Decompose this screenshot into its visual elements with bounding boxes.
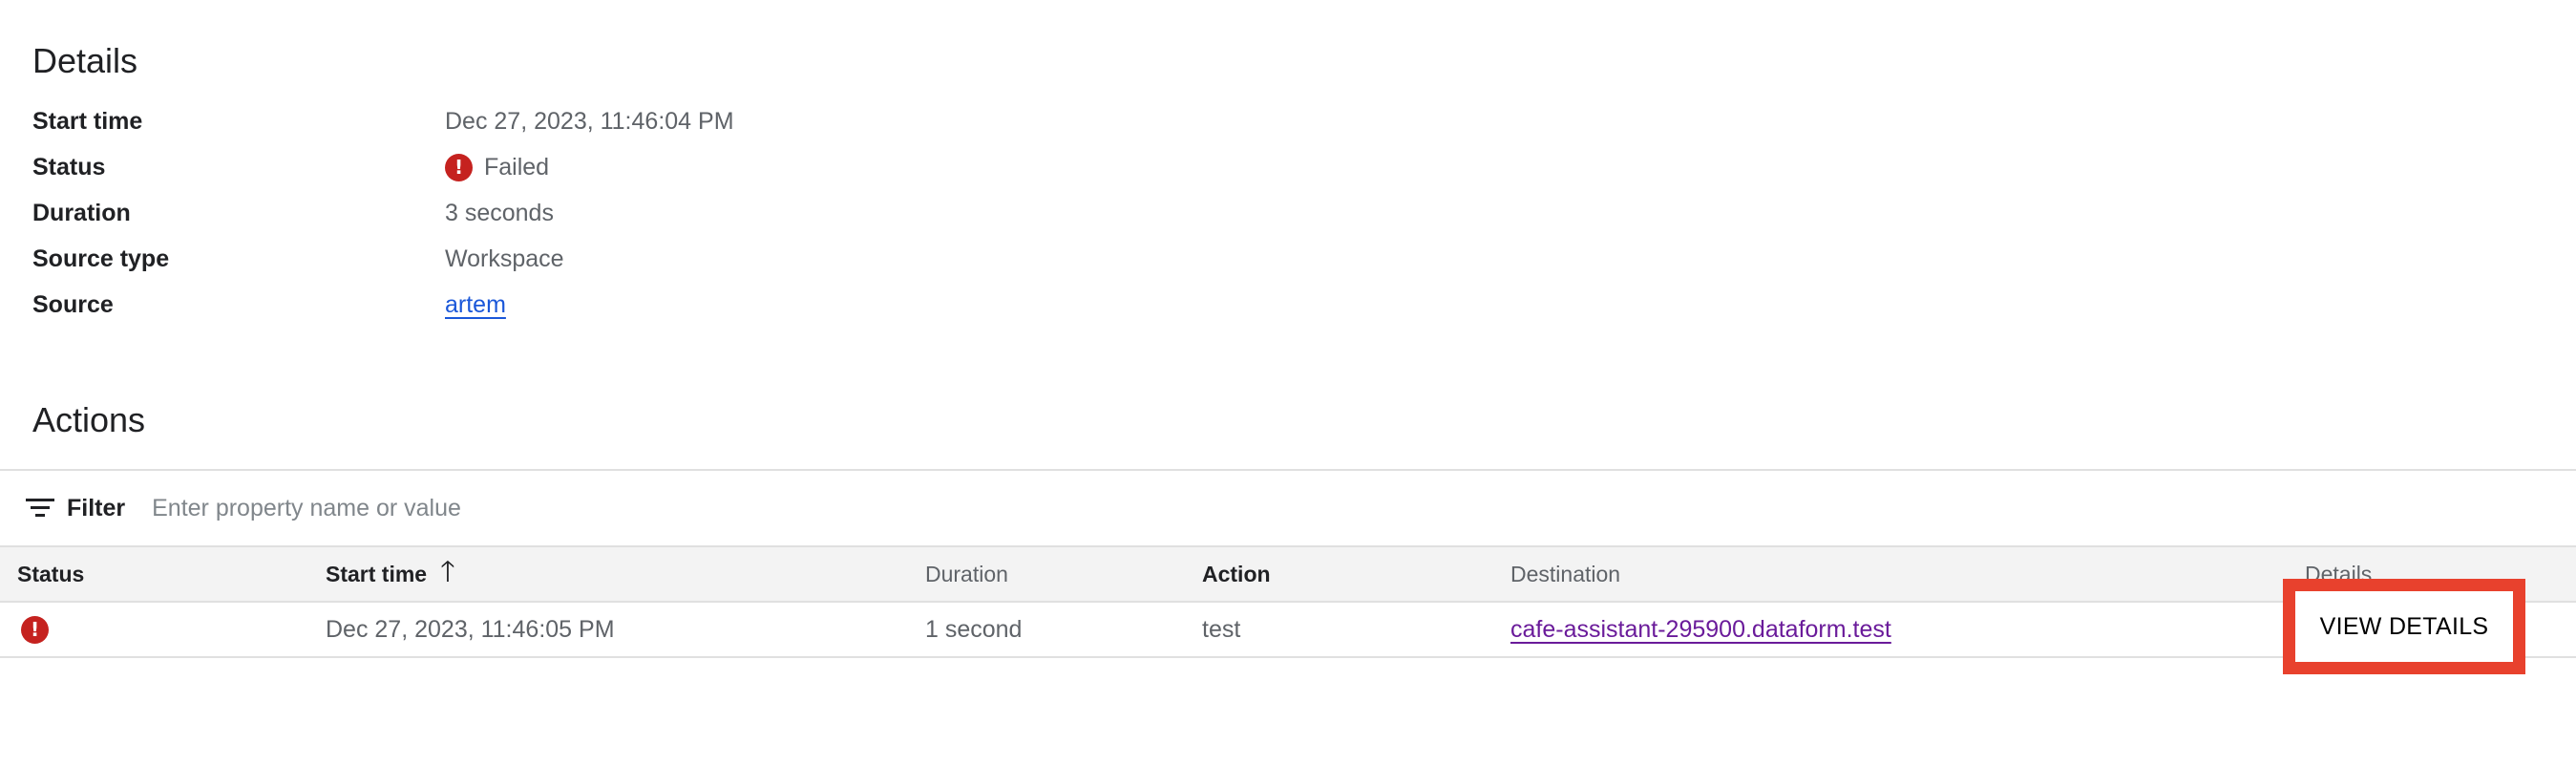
detail-value: 3 seconds <box>445 199 554 226</box>
column-header-destination[interactable]: Destination <box>1510 547 1620 601</box>
actions-table-header: Status Start time 🡑 Duration Action Dest… <box>0 547 2576 603</box>
column-header-status[interactable]: Status <box>17 547 84 601</box>
detail-value: Dec 27, 2023, 11:46:04 PM <box>445 107 734 135</box>
error-icon: ! <box>445 153 473 181</box>
detail-label: Start time <box>32 107 143 135</box>
source-link[interactable]: artem <box>445 291 506 319</box>
detail-label: Source <box>32 290 114 318</box>
column-header-duration[interactable]: Duration <box>925 547 1008 601</box>
detail-label: Source type <box>32 245 170 272</box>
details-heading: Details <box>32 41 138 80</box>
detail-row-source-type: Source type Workspace <box>32 236 1178 282</box>
detail-label: Status <box>32 153 106 181</box>
column-header-start-time[interactable]: Start time 🡑 <box>326 547 455 601</box>
duration-cell: 1 second <box>925 615 1023 643</box>
filter-bar: Filter <box>0 469 2576 547</box>
detail-row-source: Source artem <box>32 282 1178 328</box>
filter-label: Filter <box>67 494 126 521</box>
detail-label: Duration <box>32 199 131 226</box>
source-value: artem <box>445 291 506 319</box>
error-icon: ! <box>21 615 49 644</box>
destination-cell: cafe-assistant-295900.dataform.test <box>1510 603 1891 656</box>
column-header-action[interactable]: Action <box>1202 547 1271 601</box>
view-details-highlight: VIEW DETAILS <box>2283 579 2525 674</box>
detail-row-duration: Duration 3 seconds <box>32 190 1178 236</box>
detail-row-start-time: Start time Dec 27, 2023, 11:46:04 PM <box>32 98 1178 144</box>
action-cell: test <box>1202 615 1241 643</box>
status-cell: ! <box>21 603 49 656</box>
filter-input[interactable] <box>150 493 1010 523</box>
detail-value: Workspace <box>445 245 564 272</box>
status-text: Failed <box>484 153 550 181</box>
status-value: ! Failed <box>445 153 550 181</box>
filter-icon[interactable] <box>25 497 55 520</box>
detail-row-status: Status ! Failed <box>32 144 1178 190</box>
actions-heading: Actions <box>32 400 146 439</box>
start-time-cell: Dec 27, 2023, 11:46:05 PM <box>326 615 615 643</box>
destination-link[interactable]: cafe-assistant-295900.dataform.test <box>1510 616 1891 644</box>
table-row: ! Dec 27, 2023, 11:46:05 PM 1 second tes… <box>0 603 2576 658</box>
column-header-label: Start time <box>326 561 428 586</box>
sort-ascending-icon[interactable]: 🡑 <box>440 550 455 599</box>
view-details-button[interactable]: VIEW DETAILS <box>2319 612 2489 641</box>
